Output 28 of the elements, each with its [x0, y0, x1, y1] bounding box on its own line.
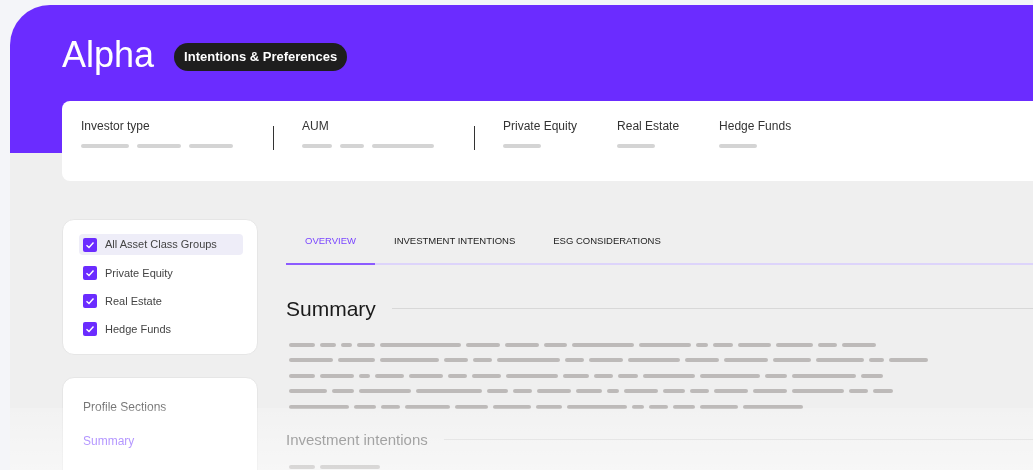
- page-badge: Intentions & Preferences: [174, 43, 348, 71]
- filter-option[interactable]: All Asset Class Groups: [79, 234, 243, 256]
- check-icon: [85, 324, 95, 335]
- filter-option[interactable]: Private Equity: [79, 262, 243, 284]
- section-heading: Summary: [286, 296, 376, 322]
- field-label: AUM: [302, 119, 329, 133]
- profile-sections-title: Profile Sections: [83, 399, 168, 416]
- tab[interactable]: INVESTMENT INTENTIONS: [375, 219, 535, 265]
- check-icon: [85, 296, 95, 307]
- placeholder-value-drawing: [617, 144, 656, 148]
- field-label: Private Equity: [503, 119, 578, 133]
- field-label: Investor type: [81, 119, 150, 133]
- section-heading: Investment intentions: [286, 429, 428, 450]
- placeholder-value-drawing: [503, 144, 541, 148]
- check-icon: [85, 267, 95, 278]
- page-title: Alpha: [62, 35, 155, 75]
- tab[interactable]: OVERVIEW: [286, 219, 376, 265]
- filter-option[interactable]: Hedge Funds: [79, 318, 243, 340]
- checkbox[interactable]: [83, 322, 97, 337]
- filter-option[interactable]: Real Estate: [79, 290, 243, 312]
- checkbox[interactable]: [83, 294, 97, 309]
- placeholder-value-drawing: [719, 144, 758, 148]
- check-icon: [85, 239, 95, 250]
- tab[interactable]: ESG CONSIDERATIONS: [534, 219, 680, 265]
- checkbox[interactable]: [83, 265, 97, 280]
- checkbox[interactable]: [83, 237, 97, 252]
- field-label: Hedge Funds: [719, 119, 792, 133]
- field-label: Real Estate: [617, 119, 680, 133]
